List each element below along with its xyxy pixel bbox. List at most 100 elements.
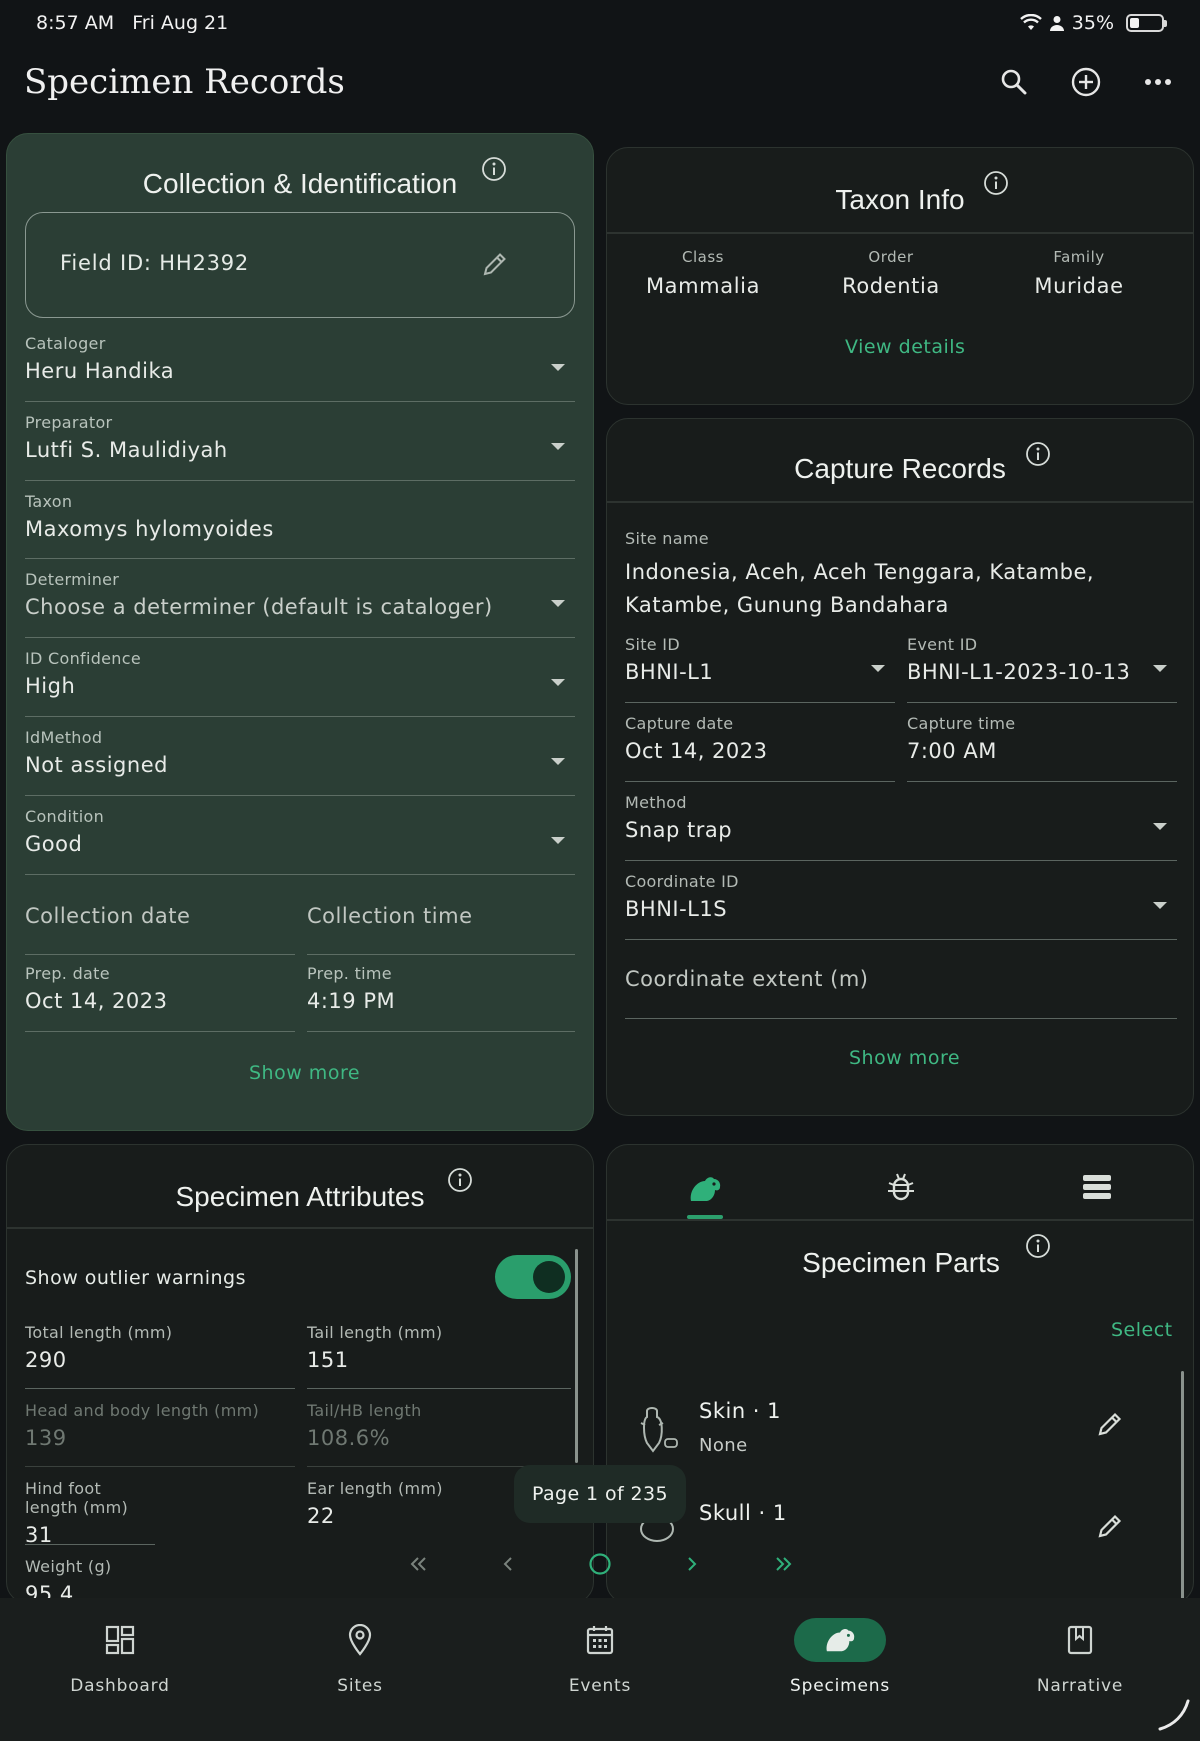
field-label: Method xyxy=(625,793,687,812)
more-button[interactable] xyxy=(1140,64,1176,100)
info-icon[interactable] xyxy=(481,156,507,182)
info-icon[interactable] xyxy=(447,1167,473,1193)
tail-hb-field: Tail/HB length 108.6% xyxy=(307,1401,571,1467)
site-name-field: Site name Indonesia, Aceh, Aceh Tenggara… xyxy=(625,529,1185,622)
field-value: BHNI-L1S xyxy=(625,897,728,921)
field-label: ID Confidence xyxy=(25,649,141,668)
field-value: Choose a determiner (default is cataloge… xyxy=(25,595,493,619)
site-id-field[interactable]: Site ID BHNI-L1 xyxy=(625,635,895,703)
last-page-button[interactable] xyxy=(766,1546,802,1582)
field-value: Snap trap xyxy=(625,818,733,842)
prev-page-button[interactable] xyxy=(490,1546,526,1582)
field-label: Coordinate ID xyxy=(625,872,739,891)
field-value: 22 xyxy=(307,1504,335,1528)
bug-icon xyxy=(888,1173,914,1201)
tail-length-field[interactable]: Tail length (mm) 151 xyxy=(307,1323,571,1389)
id-confidence-field[interactable]: ID Confidence High xyxy=(25,649,575,717)
chevron-down-icon[interactable] xyxy=(1153,902,1167,909)
outlier-warnings-toggle[interactable] xyxy=(495,1255,571,1299)
ear-length-field[interactable]: Ear length (mm) 22 xyxy=(307,1479,507,1528)
coordinate-id-field[interactable]: Coordinate ID BHNI-L1S xyxy=(625,872,1177,940)
cataloger-field[interactable]: Cataloger Heru Handika xyxy=(25,334,575,402)
capture-date-field[interactable]: Capture date Oct 14, 2023 xyxy=(625,714,895,782)
scrollbar[interactable] xyxy=(575,1249,578,1463)
chevron-down-icon[interactable] xyxy=(551,758,565,765)
specimen-parts-card: Specimen Parts Select Skin · 1 None Skul… xyxy=(606,1144,1194,1604)
part-title: Skin · 1 xyxy=(699,1399,782,1423)
taxon-family: Family Muridae xyxy=(1034,248,1124,298)
page-indicator: Page 1 of 235 xyxy=(514,1465,686,1523)
select-button[interactable]: Select xyxy=(1111,1319,1173,1341)
chevron-down-icon[interactable] xyxy=(551,679,565,686)
current-page-button[interactable] xyxy=(582,1546,618,1582)
field-id-value: Field ID: HH2392 xyxy=(60,251,250,275)
edit-icon[interactable] xyxy=(1095,1409,1125,1439)
method-field[interactable]: Method Snap trap xyxy=(625,793,1177,861)
collection-date-field[interactable]: Collection date xyxy=(25,894,295,955)
nav-dashboard[interactable]: Dashboard xyxy=(20,1618,220,1696)
circle-icon xyxy=(589,1553,611,1575)
add-button[interactable] xyxy=(1068,64,1104,100)
field-value: 139 xyxy=(25,1426,67,1450)
chevron-down-icon[interactable] xyxy=(1153,823,1167,830)
list-item[interactable]: Skin · 1 None xyxy=(607,1385,1167,1475)
taxon-field[interactable]: Taxon Maxomys hylomyoides xyxy=(25,492,575,559)
field-value: Not assigned xyxy=(25,753,168,777)
chevron-down-icon[interactable] xyxy=(551,600,565,607)
chevron-down-icon[interactable] xyxy=(551,443,565,450)
tab-bug[interactable] xyxy=(881,1167,921,1207)
hind-foot-field[interactable]: Hind foot length (mm) 31 xyxy=(25,1479,155,1547)
id-method-field[interactable]: IdMethod Not assigned xyxy=(25,728,575,796)
event-id-field[interactable]: Event ID BHNI-L1-2023-10-13 xyxy=(907,635,1177,703)
chevron-down-icon[interactable] xyxy=(871,665,885,672)
prep-date-field[interactable]: Prep. date Oct 14, 2023 xyxy=(25,964,295,1032)
field-label: Taxon xyxy=(25,492,73,511)
field-label: Event ID xyxy=(907,635,978,654)
field-value: High xyxy=(25,674,76,698)
outlier-warnings-label: Show outlier warnings xyxy=(25,1267,247,1289)
collection-identification-card: Collection & Identification Field ID: HH… xyxy=(6,133,594,1131)
taxon-order: Order Rodentia xyxy=(842,248,940,298)
card-title: Specimen Parts xyxy=(802,1247,1000,1278)
chevron-double-left-icon xyxy=(410,1557,426,1571)
chevron-down-icon[interactable] xyxy=(551,837,565,844)
field-label: Hind foot length (mm) xyxy=(25,1479,129,1517)
preparator-field[interactable]: Preparator Lutfi S. Maulidiyah xyxy=(25,413,575,481)
capture-time-field[interactable]: Capture time 7:00 AM xyxy=(907,714,1177,782)
nav-sites[interactable]: Sites xyxy=(260,1618,460,1696)
nav-events[interactable]: Events xyxy=(500,1618,700,1696)
chevron-down-icon[interactable] xyxy=(1153,665,1167,672)
search-button[interactable] xyxy=(996,64,1032,100)
first-page-button[interactable] xyxy=(400,1546,436,1582)
wifi-icon xyxy=(1019,14,1042,30)
prep-time-field[interactable]: Prep. time 4:19 PM xyxy=(307,964,575,1032)
tab-list[interactable] xyxy=(1077,1167,1117,1207)
chevron-down-icon[interactable] xyxy=(551,364,565,371)
edit-icon[interactable] xyxy=(480,249,510,279)
info-icon[interactable] xyxy=(983,170,1009,196)
next-page-button[interactable] xyxy=(674,1546,710,1582)
field-label: Tail length (mm) xyxy=(307,1323,443,1342)
view-details-button[interactable]: View details xyxy=(845,336,965,358)
nav-narrative[interactable]: Narrative xyxy=(980,1618,1180,1696)
nav-specimens[interactable]: Specimens xyxy=(740,1618,940,1696)
determiner-field[interactable]: Determiner Choose a determiner (default … xyxy=(25,570,575,638)
field-value: Oct 14, 2023 xyxy=(625,739,768,763)
more-horizontal-icon xyxy=(1145,79,1171,85)
bookmark-icon xyxy=(1067,1625,1093,1655)
field-value: Maxomys hylomyoides xyxy=(25,517,274,541)
person-icon xyxy=(1049,16,1064,31)
total-length-field[interactable]: Total length (mm) 290 xyxy=(25,1323,295,1389)
coordinate-extent-field[interactable]: Coordinate extent (m) xyxy=(625,959,1177,1019)
card-title: Taxon Info xyxy=(835,184,965,215)
show-more-button[interactable]: Show more xyxy=(849,1047,960,1069)
collection-time-field[interactable]: Collection time xyxy=(307,894,575,955)
show-more-button[interactable]: Show more xyxy=(249,1062,360,1084)
field-id-box[interactable]: Field ID: HH2392 xyxy=(25,212,575,318)
field-value: 290 xyxy=(25,1348,67,1372)
info-icon[interactable] xyxy=(1025,441,1051,467)
edit-icon[interactable] xyxy=(1095,1511,1125,1541)
info-icon[interactable] xyxy=(1025,1233,1051,1259)
condition-field[interactable]: Condition Good xyxy=(25,807,575,875)
tab-specimen[interactable] xyxy=(685,1169,725,1209)
